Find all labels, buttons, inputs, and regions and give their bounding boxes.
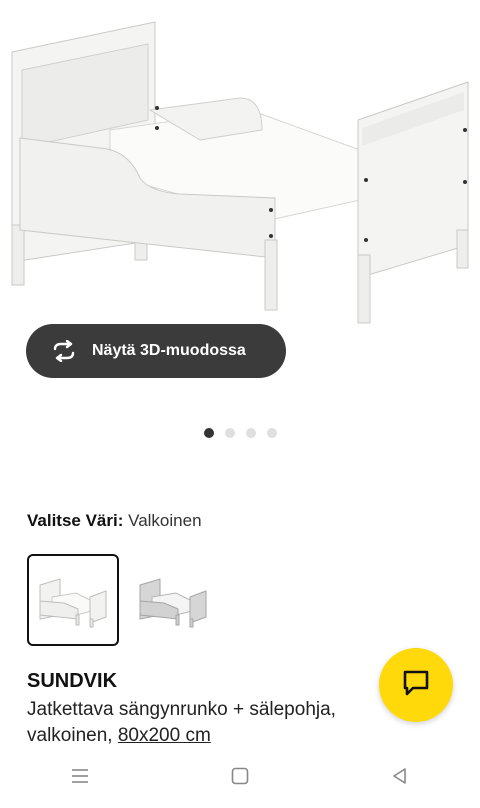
back-triangle-icon — [390, 766, 410, 791]
nav-back-button[interactable] — [320, 758, 480, 798]
description-line-2: valkoinen, 80x200 cm — [27, 723, 407, 749]
carousel-dot-1[interactable] — [203, 428, 214, 438]
chat-icon — [401, 668, 431, 703]
carousel-dot-4[interactable] — [266, 428, 277, 438]
grey-bed-thumbnail — [139, 578, 207, 628]
color-selector-label: Valitse Väri: Valkoinen — [27, 511, 202, 531]
carousel-dot-3[interactable] — [245, 428, 256, 438]
view-3d-label: Näytä 3D-muodossa — [92, 342, 246, 359]
carousel-indicator — [0, 428, 480, 438]
swatch-harmaa[interactable] — [127, 554, 219, 646]
product-description: Jatkettava sängynrunko + sälepohja, valk… — [27, 697, 407, 749]
nav-home-button[interactable] — [160, 758, 320, 798]
product-name: SUNDVIK — [27, 670, 118, 692]
menu-icon — [70, 768, 90, 789]
size-link[interactable]: 80x200 cm — [118, 725, 211, 746]
chat-button[interactable] — [379, 648, 453, 722]
color-value: Valkoinen — [128, 511, 202, 530]
rotate-3d-icon — [50, 339, 78, 363]
system-nav-bar — [0, 758, 480, 798]
nav-menu-button[interactable] — [0, 758, 160, 798]
product-image[interactable] — [0, 0, 480, 330]
swatch-valkoinen[interactable] — [27, 554, 119, 646]
description-line-1: Jatkettava sängynrunko + sälepohja, — [27, 699, 336, 720]
view-3d-button[interactable]: Näytä 3D-muodossa — [26, 324, 286, 378]
carousel-dot-2[interactable] — [224, 428, 235, 438]
home-square-icon — [230, 766, 250, 791]
color-label: Valitse Väri: — [27, 511, 124, 530]
bed-illustration — [11, 21, 469, 324]
white-bed-thumbnail — [39, 578, 107, 628]
description-color: valkoinen, — [27, 725, 118, 746]
